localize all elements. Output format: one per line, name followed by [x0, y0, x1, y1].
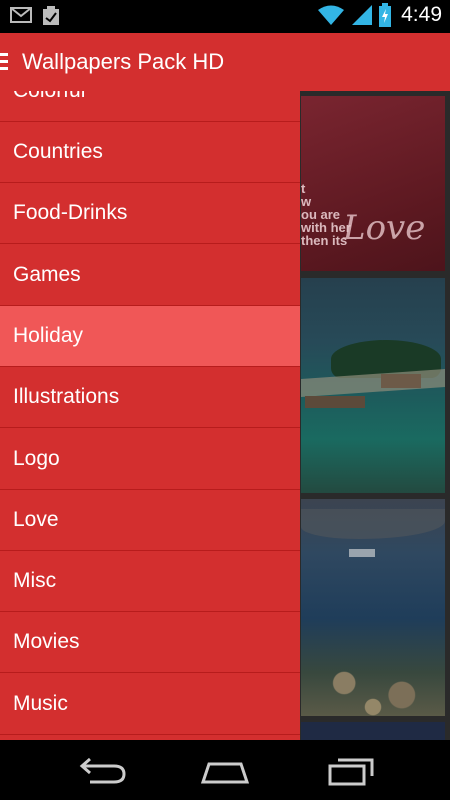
drawer-item-games[interactable]: Games: [0, 245, 300, 306]
drawer-item-label: Countries: [13, 140, 103, 163]
drawer-item-label: Misc: [13, 569, 57, 592]
app-title[interactable]: Wallpapers Pack HD: [22, 49, 224, 75]
boat-shape: [349, 549, 375, 557]
rocks-shape: [301, 659, 445, 716]
clipboard-icon: [43, 6, 59, 25]
drawer-item-movies[interactable]: Movies: [0, 612, 300, 673]
hamburger-icon[interactable]: [0, 53, 8, 71]
drawer-item-label: Love: [13, 508, 59, 531]
drawer-item-label: Colorful: [13, 91, 85, 103]
back-icon[interactable]: [70, 754, 130, 788]
thumbnail-love-script: Love: [343, 208, 426, 248]
drawer-item-label: Holiday: [13, 324, 84, 347]
recents-icon[interactable]: [320, 754, 380, 788]
home-icon[interactable]: [195, 754, 255, 788]
drawer-item-colorful[interactable]: Colorful: [0, 91, 300, 122]
drawer-item-food-drinks[interactable]: Food-Drinks: [0, 183, 300, 244]
drawer-item-label: Music: [13, 692, 68, 715]
status-time: 4:49: [401, 3, 442, 26]
drawer-item-logo[interactable]: Logo: [0, 429, 300, 490]
drawer-item-label: Illustrations: [13, 385, 120, 408]
signal-icon: [352, 5, 373, 25]
system-nav-bar: [0, 740, 450, 800]
drawer-item-holiday[interactable]: Holiday: [0, 306, 300, 367]
drawer-item-music[interactable]: Music: [0, 674, 300, 735]
navigation-drawer: Colorful Countries Food-Drinks Games Hol…: [0, 91, 300, 740]
drawer-item-label: Food-Drinks: [13, 201, 128, 224]
status-bar: 4:49: [0, 0, 450, 33]
wallpaper-thumbnail-partial[interactable]: [301, 722, 445, 740]
action-bar: Wallpapers Pack HD: [0, 33, 450, 91]
wallpaper-thumbnail-island[interactable]: [301, 278, 445, 493]
wifi-icon: [318, 5, 345, 25]
pier-shape: [305, 396, 365, 408]
drawer-item-countries[interactable]: Countries: [0, 122, 300, 183]
drawer-item-label: Games: [13, 263, 81, 286]
drawer-item-love[interactable]: Love: [0, 490, 300, 551]
drawer-item-illustrations[interactable]: Illustrations: [0, 367, 300, 428]
wallpaper-thumbnail-coast[interactable]: [301, 499, 445, 716]
drawer-item-label: Logo: [13, 447, 60, 470]
coast-ridge-shape: [301, 509, 445, 539]
wallpaper-thumbnail-love[interactable]: t w ou are with her then its Love: [301, 96, 445, 271]
drawer-item-label: Movies: [13, 630, 80, 653]
battery-icon: [379, 3, 392, 27]
sand-shape: [301, 368, 445, 398]
hut-shape: [381, 374, 421, 388]
gmail-icon: [10, 7, 32, 23]
drawer-item-misc[interactable]: Misc: [0, 551, 300, 612]
